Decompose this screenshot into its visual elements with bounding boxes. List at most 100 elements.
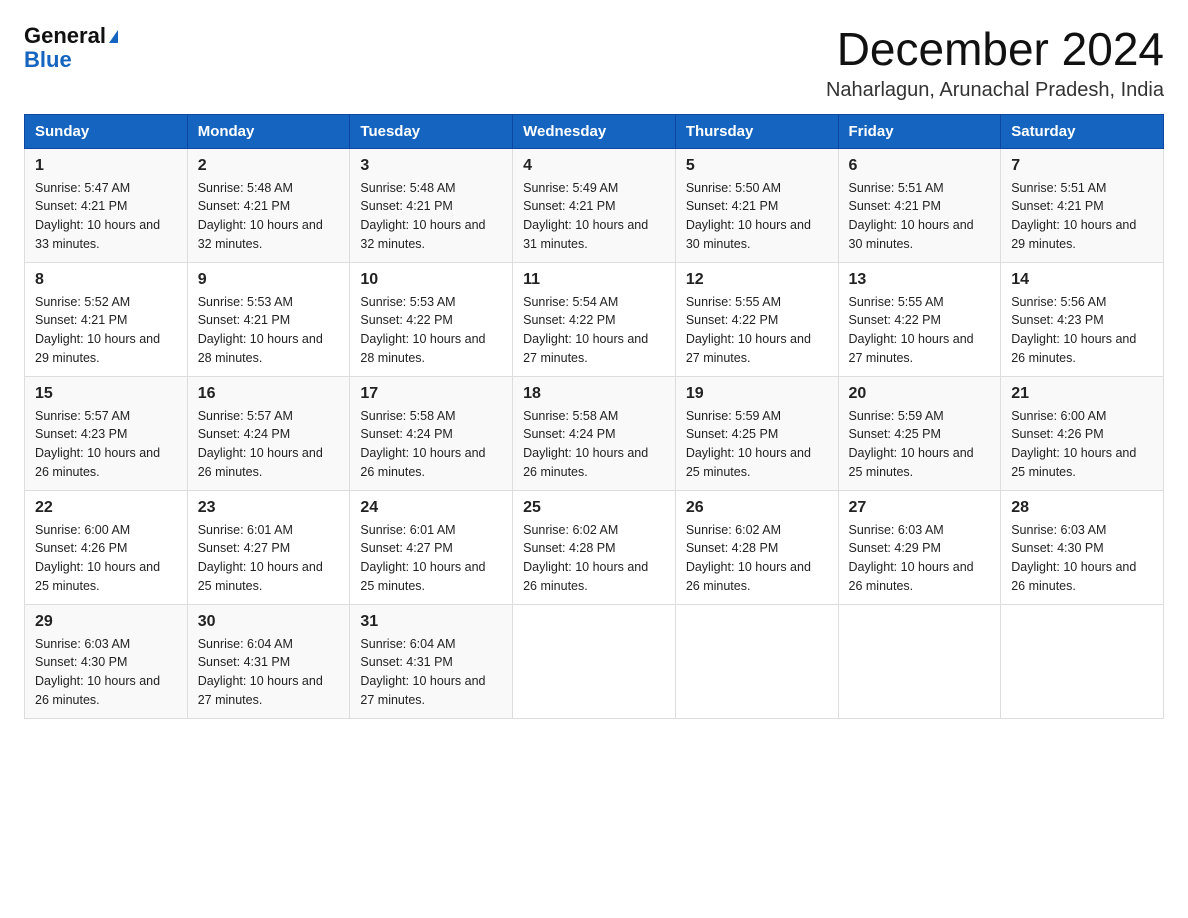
- day-info: Sunrise: 5:59 AM Sunset: 4:25 PM Dayligh…: [849, 407, 991, 482]
- daylight-label: Daylight: 10 hours and 26 minutes.: [35, 674, 160, 707]
- day-info: Sunrise: 5:53 AM Sunset: 4:21 PM Dayligh…: [198, 293, 340, 368]
- day-number: 14: [1011, 271, 1153, 289]
- day-number: 1: [35, 157, 177, 175]
- daylight-label: Daylight: 10 hours and 26 minutes.: [1011, 560, 1136, 593]
- day-info: Sunrise: 6:03 AM Sunset: 4:30 PM Dayligh…: [35, 635, 177, 710]
- calendar-table: SundayMondayTuesdayWednesdayThursdayFrid…: [24, 114, 1164, 719]
- sunrise-label: Sunrise: 5:59 AM: [849, 409, 944, 423]
- day-info: Sunrise: 5:56 AM Sunset: 4:23 PM Dayligh…: [1011, 293, 1153, 368]
- daylight-label: Daylight: 10 hours and 25 minutes.: [198, 560, 323, 593]
- day-cell: 27 Sunrise: 6:03 AM Sunset: 4:29 PM Dayl…: [838, 490, 1001, 604]
- day-info: Sunrise: 5:59 AM Sunset: 4:25 PM Dayligh…: [686, 407, 828, 482]
- day-info: Sunrise: 6:03 AM Sunset: 4:30 PM Dayligh…: [1011, 521, 1153, 596]
- sunrise-label: Sunrise: 5:47 AM: [35, 181, 130, 195]
- logo-general: General: [24, 24, 106, 48]
- day-number: 21: [1011, 385, 1153, 403]
- header-cell-friday: Friday: [838, 114, 1001, 148]
- day-cell: 24 Sunrise: 6:01 AM Sunset: 4:27 PM Dayl…: [350, 490, 513, 604]
- day-info: Sunrise: 6:03 AM Sunset: 4:29 PM Dayligh…: [849, 521, 991, 596]
- header-cell-thursday: Thursday: [675, 114, 838, 148]
- daylight-label: Daylight: 10 hours and 33 minutes.: [35, 218, 160, 251]
- header-cell-wednesday: Wednesday: [513, 114, 676, 148]
- sunset-label: Sunset: 4:26 PM: [35, 541, 127, 555]
- day-info: Sunrise: 5:52 AM Sunset: 4:21 PM Dayligh…: [35, 293, 177, 368]
- calendar-title: December 2024: [826, 24, 1164, 75]
- sunrise-label: Sunrise: 5:54 AM: [523, 295, 618, 309]
- logo-line1: General: [24, 24, 118, 48]
- day-number: 4: [523, 157, 665, 175]
- day-cell: [513, 604, 676, 718]
- sunrise-label: Sunrise: 5:57 AM: [198, 409, 293, 423]
- daylight-label: Daylight: 10 hours and 28 minutes.: [360, 332, 485, 365]
- daylight-label: Daylight: 10 hours and 26 minutes.: [523, 446, 648, 479]
- header-cell-tuesday: Tuesday: [350, 114, 513, 148]
- day-info: Sunrise: 5:55 AM Sunset: 4:22 PM Dayligh…: [686, 293, 828, 368]
- day-info: Sunrise: 5:54 AM Sunset: 4:22 PM Dayligh…: [523, 293, 665, 368]
- day-number: 29: [35, 613, 177, 631]
- sunset-label: Sunset: 4:23 PM: [1011, 313, 1103, 327]
- day-number: 7: [1011, 157, 1153, 175]
- day-info: Sunrise: 5:48 AM Sunset: 4:21 PM Dayligh…: [360, 179, 502, 254]
- day-cell: 2 Sunrise: 5:48 AM Sunset: 4:21 PM Dayli…: [187, 148, 350, 262]
- calendar-body: 1 Sunrise: 5:47 AM Sunset: 4:21 PM Dayli…: [25, 148, 1164, 718]
- daylight-label: Daylight: 10 hours and 27 minutes.: [360, 674, 485, 707]
- day-number: 22: [35, 499, 177, 517]
- sunset-label: Sunset: 4:25 PM: [849, 427, 941, 441]
- sunset-label: Sunset: 4:21 PM: [849, 199, 941, 213]
- day-info: Sunrise: 6:04 AM Sunset: 4:31 PM Dayligh…: [360, 635, 502, 710]
- daylight-label: Daylight: 10 hours and 27 minutes.: [686, 332, 811, 365]
- daylight-label: Daylight: 10 hours and 28 minutes.: [198, 332, 323, 365]
- daylight-label: Daylight: 10 hours and 32 minutes.: [198, 218, 323, 251]
- sunrise-label: Sunrise: 5:51 AM: [1011, 181, 1106, 195]
- sunrise-label: Sunrise: 5:57 AM: [35, 409, 130, 423]
- sunrise-label: Sunrise: 5:53 AM: [360, 295, 455, 309]
- daylight-label: Daylight: 10 hours and 27 minutes.: [198, 674, 323, 707]
- day-number: 15: [35, 385, 177, 403]
- day-number: 2: [198, 157, 340, 175]
- daylight-label: Daylight: 10 hours and 29 minutes.: [35, 332, 160, 365]
- day-cell: 11 Sunrise: 5:54 AM Sunset: 4:22 PM Dayl…: [513, 262, 676, 376]
- daylight-label: Daylight: 10 hours and 25 minutes.: [35, 560, 160, 593]
- sunrise-label: Sunrise: 5:48 AM: [360, 181, 455, 195]
- day-cell: 3 Sunrise: 5:48 AM Sunset: 4:21 PM Dayli…: [350, 148, 513, 262]
- day-number: 20: [849, 385, 991, 403]
- sunrise-label: Sunrise: 5:58 AM: [360, 409, 455, 423]
- day-info: Sunrise: 5:47 AM Sunset: 4:21 PM Dayligh…: [35, 179, 177, 254]
- sunrise-label: Sunrise: 6:03 AM: [1011, 523, 1106, 537]
- sunset-label: Sunset: 4:23 PM: [35, 427, 127, 441]
- sunset-label: Sunset: 4:27 PM: [198, 541, 290, 555]
- sunrise-label: Sunrise: 5:59 AM: [686, 409, 781, 423]
- day-info: Sunrise: 5:58 AM Sunset: 4:24 PM Dayligh…: [360, 407, 502, 482]
- sunset-label: Sunset: 4:21 PM: [1011, 199, 1103, 213]
- sunset-label: Sunset: 4:21 PM: [198, 199, 290, 213]
- sunrise-label: Sunrise: 6:02 AM: [686, 523, 781, 537]
- daylight-label: Daylight: 10 hours and 29 minutes.: [1011, 218, 1136, 251]
- sunset-label: Sunset: 4:21 PM: [360, 199, 452, 213]
- day-cell: 25 Sunrise: 6:02 AM Sunset: 4:28 PM Dayl…: [513, 490, 676, 604]
- day-cell: 26 Sunrise: 6:02 AM Sunset: 4:28 PM Dayl…: [675, 490, 838, 604]
- sunset-label: Sunset: 4:30 PM: [1011, 541, 1103, 555]
- day-number: 9: [198, 271, 340, 289]
- day-cell: 28 Sunrise: 6:03 AM Sunset: 4:30 PM Dayl…: [1001, 490, 1164, 604]
- day-info: Sunrise: 6:02 AM Sunset: 4:28 PM Dayligh…: [523, 521, 665, 596]
- day-info: Sunrise: 5:51 AM Sunset: 4:21 PM Dayligh…: [849, 179, 991, 254]
- logo-arrow-icon: [109, 30, 118, 43]
- sunrise-label: Sunrise: 6:04 AM: [360, 637, 455, 651]
- logo-text: General Blue: [24, 24, 118, 72]
- day-cell: 22 Sunrise: 6:00 AM Sunset: 4:26 PM Dayl…: [25, 490, 188, 604]
- daylight-label: Daylight: 10 hours and 31 minutes.: [523, 218, 648, 251]
- daylight-label: Daylight: 10 hours and 27 minutes.: [523, 332, 648, 365]
- sunrise-label: Sunrise: 6:01 AM: [198, 523, 293, 537]
- sunrise-label: Sunrise: 5:52 AM: [35, 295, 130, 309]
- sunrise-label: Sunrise: 6:03 AM: [35, 637, 130, 651]
- day-cell: 1 Sunrise: 5:47 AM Sunset: 4:21 PM Dayli…: [25, 148, 188, 262]
- sunrise-label: Sunrise: 5:48 AM: [198, 181, 293, 195]
- day-number: 23: [198, 499, 340, 517]
- sunset-label: Sunset: 4:24 PM: [523, 427, 615, 441]
- day-number: 13: [849, 271, 991, 289]
- day-number: 16: [198, 385, 340, 403]
- day-number: 27: [849, 499, 991, 517]
- sunset-label: Sunset: 4:28 PM: [686, 541, 778, 555]
- sunrise-label: Sunrise: 6:04 AM: [198, 637, 293, 651]
- daylight-label: Daylight: 10 hours and 26 minutes.: [523, 560, 648, 593]
